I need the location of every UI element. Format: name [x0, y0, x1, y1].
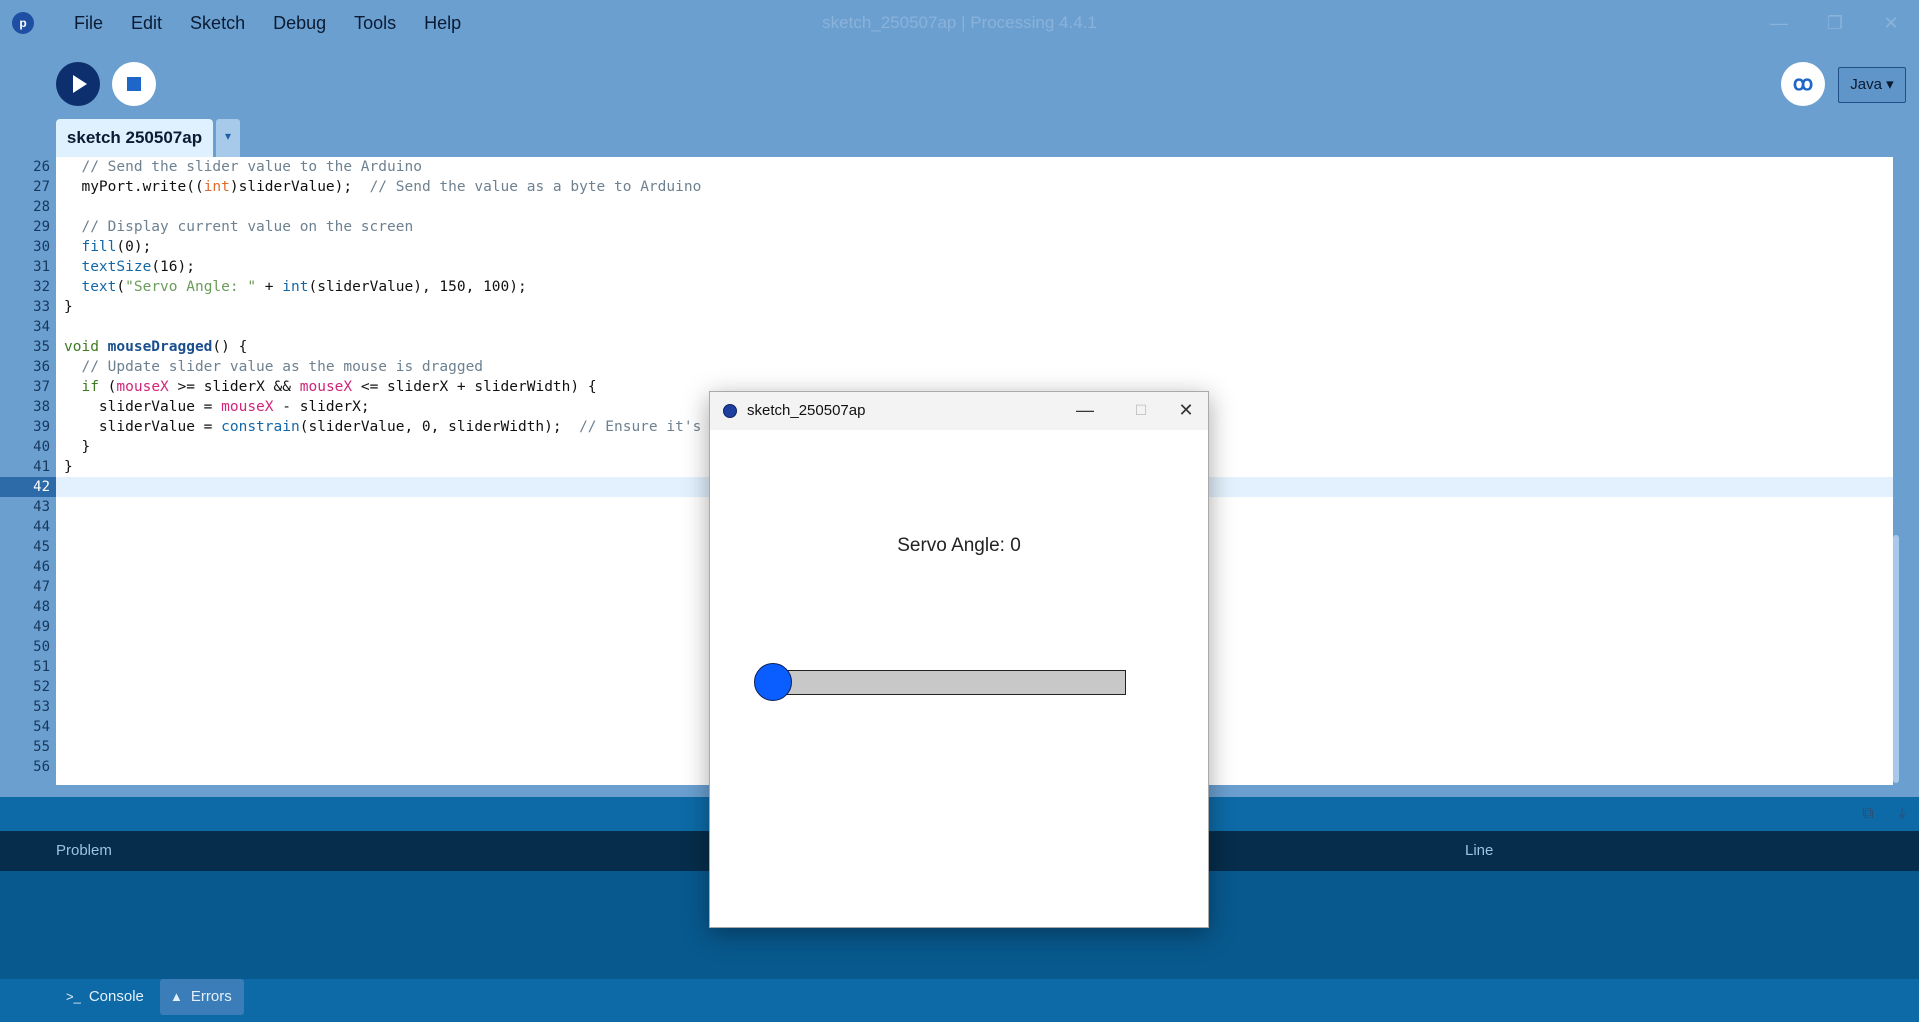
menu-bar: File Edit Sketch Debug Tools Help	[60, 0, 475, 46]
sketch-window[interactable]: sketch_250507ap — ☐ ✕ Servo Angle: 0	[709, 391, 1209, 928]
code-line: sliderValue = mouseX - sliderX;	[64, 399, 370, 415]
line-number: 56	[33, 759, 50, 775]
line-number: 47	[33, 579, 50, 595]
line-number: 28	[33, 199, 50, 215]
terminal-icon: >_	[66, 989, 81, 1004]
sketch-canvas[interactable]: Servo Angle: 0	[710, 430, 1208, 927]
line-number: 39	[33, 419, 50, 435]
servo-angle-text: Servo Angle: 0	[897, 535, 1021, 556]
line-number: 46	[33, 559, 50, 575]
line-number: 54	[33, 719, 50, 735]
line-number: 45	[33, 539, 50, 555]
line-number: 42	[0, 477, 56, 497]
collapse-panel-icon[interactable]: ⤓	[1891, 803, 1913, 825]
line-number: 35	[33, 339, 50, 355]
minimize-icon[interactable]: —	[1062, 392, 1108, 430]
title-bar: p File Edit Sketch Debug Tools Help sket…	[0, 0, 1919, 46]
menu-edit[interactable]: Edit	[117, 0, 176, 46]
code-line: text("Servo Angle: " + int(sliderValue),…	[81, 279, 527, 295]
code-line: myPort.write((int)sliderValue); // Send …	[64, 179, 702, 195]
code-line: textSize(16);	[81, 259, 195, 275]
code-line: fill(0);	[81, 239, 152, 255]
sketch-title-bar[interactable]: sketch_250507ap — ☐ ✕	[710, 392, 1208, 430]
footer-bar	[0, 979, 1919, 1022]
line-number: 55	[33, 739, 50, 755]
console-label: Console	[88, 988, 144, 1005]
line-number: 43	[33, 499, 50, 515]
code-line: // Update slider value as the mouse is d…	[64, 359, 484, 375]
close-icon[interactable]: ✕	[1163, 392, 1209, 430]
line-number: 49	[33, 619, 50, 635]
slider-track[interactable]	[770, 670, 1126, 695]
line-number: 27	[33, 179, 50, 195]
line-number: 41	[33, 459, 50, 475]
line-number: 32	[33, 279, 50, 295]
code-line: void mouseDragged() {	[64, 339, 248, 355]
expand-panel-icon[interactable]: ⧉	[1857, 803, 1879, 825]
processing-logo-icon: p	[12, 12, 34, 34]
menu-help[interactable]: Help	[410, 0, 475, 46]
line-number: 31	[33, 259, 50, 275]
warning-icon: ▲	[170, 989, 183, 1004]
sketch-window-title: sketch_250507ap	[747, 402, 866, 419]
code-line: // Display current value on the screen	[64, 219, 414, 235]
line-number: 29	[33, 219, 50, 235]
tab-menu-button[interactable]: ▾	[216, 119, 240, 157]
line-column-header: Line	[1465, 842, 1494, 859]
line-number: 30	[33, 239, 50, 255]
problem-column-header: Problem	[56, 842, 112, 859]
menu-debug[interactable]: Debug	[259, 0, 340, 46]
mode-selector[interactable]: Java ▾	[1838, 67, 1906, 103]
line-number-gutter: 26 27 28 29 30 31 32 33 34 35 36 37 38 39 40 41 42 43 44 45…	[0, 157, 56, 785]
close-icon[interactable]: ✕	[1863, 0, 1919, 46]
code-line: }	[64, 459, 73, 475]
line-number: 33	[33, 299, 50, 315]
code-line: // Send the slider value to the Arduino	[64, 159, 422, 175]
sketch-app-icon	[723, 404, 737, 418]
slider-knob[interactable]	[754, 663, 792, 701]
code-line: if (mouseX >= sliderX && mouseX <= slide…	[81, 379, 597, 395]
line-number: 34	[33, 319, 50, 335]
editor-scrollbar[interactable]	[1893, 157, 1901, 785]
line-number: 37	[33, 379, 50, 395]
line-number: 52	[33, 679, 50, 695]
line-number: 53	[33, 699, 50, 715]
menu-file[interactable]: File	[60, 0, 117, 46]
window-controls: — ❐ ✕	[1751, 0, 1919, 46]
debugger-icon[interactable]: ꝏ	[1781, 62, 1825, 106]
line-number: 44	[33, 519, 50, 535]
line-number: 26	[33, 159, 50, 175]
stop-button[interactable]	[112, 62, 156, 106]
run-button[interactable]	[56, 62, 100, 106]
code-line: }	[64, 439, 91, 455]
scroll-thumb[interactable]	[1893, 535, 1899, 783]
maximize-icon[interactable]: ☐	[1118, 392, 1164, 430]
maximize-icon[interactable]: ❐	[1807, 0, 1863, 46]
code-line: }	[64, 299, 73, 315]
menu-tools[interactable]: Tools	[340, 0, 410, 46]
errors-label: Errors	[190, 988, 232, 1005]
line-number: 51	[33, 659, 50, 675]
line-number: 38	[33, 399, 50, 415]
menu-sketch[interactable]: Sketch	[176, 0, 259, 46]
line-number: 40	[33, 439, 50, 455]
line-number: 36	[33, 359, 50, 375]
console-tab[interactable]: >_ Console	[56, 979, 156, 1015]
errors-tab[interactable]: ▲ Errors	[160, 979, 244, 1015]
line-number: 48	[33, 599, 50, 615]
line-number: 50	[33, 639, 50, 655]
minimize-icon[interactable]: —	[1751, 0, 1807, 46]
code-line: sliderValue = constrain(sliderValue, 0, …	[64, 419, 702, 435]
tab-sketch[interactable]: sketch 250507ap	[56, 119, 213, 157]
